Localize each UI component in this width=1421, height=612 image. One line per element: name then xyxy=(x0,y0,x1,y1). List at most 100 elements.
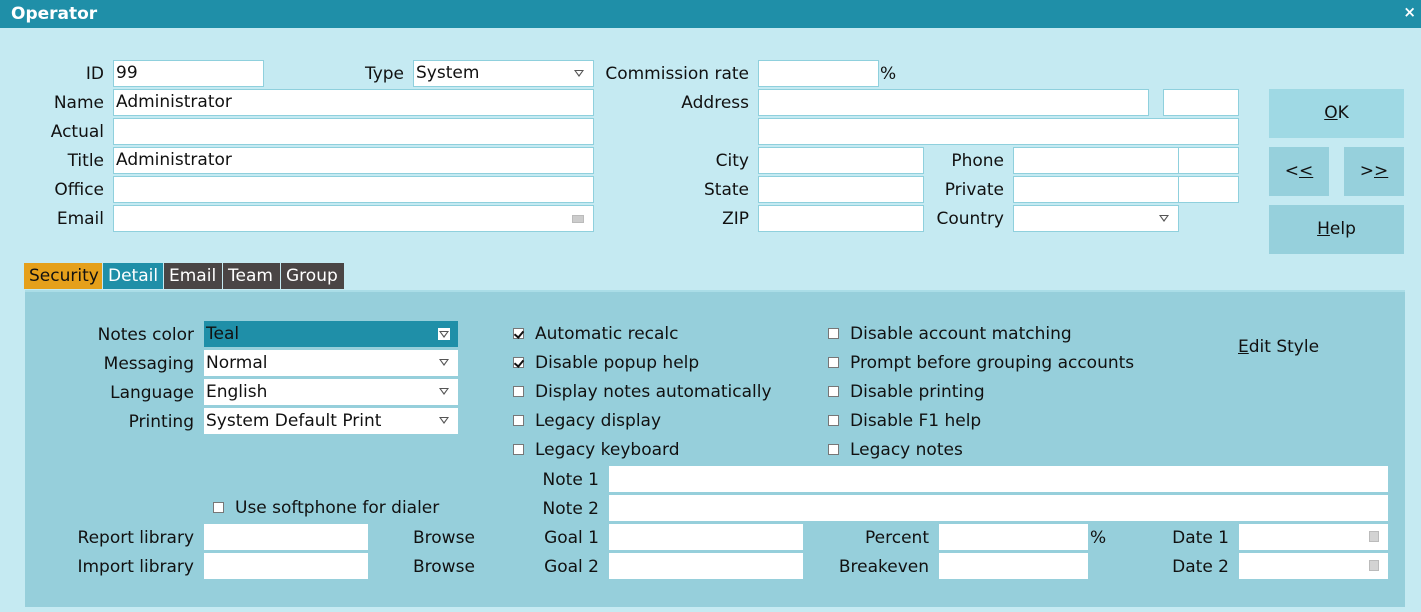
name-label: Name xyxy=(53,93,104,113)
note1-input[interactable] xyxy=(609,466,1388,492)
office-input[interactable] xyxy=(113,176,594,203)
date1-label: Date 1 xyxy=(1172,528,1229,548)
title-bar: Operator × xyxy=(0,0,1421,28)
checkbox-label: Legacy keyboard xyxy=(535,440,680,460)
private-input[interactable] xyxy=(1013,176,1179,203)
email-label: Email xyxy=(56,209,104,229)
checkbox[interactable] xyxy=(828,415,839,426)
report-library-label: Report library xyxy=(77,528,194,548)
address-line2-input[interactable] xyxy=(758,118,1239,145)
type-label: Type xyxy=(364,64,404,84)
checkbox[interactable] xyxy=(828,357,839,368)
checkbox[interactable] xyxy=(513,328,524,339)
previous-button[interactable]: << xyxy=(1269,147,1329,196)
checkbox[interactable] xyxy=(513,415,524,426)
address-line1-input[interactable] xyxy=(758,89,1149,116)
goal1-label: Goal 1 xyxy=(544,528,599,548)
help-button[interactable]: Help xyxy=(1269,205,1404,254)
import-library-input[interactable] xyxy=(204,553,368,579)
tab-team[interactable]: Team xyxy=(223,263,280,289)
checkbox-label: Legacy notes xyxy=(850,440,963,460)
actual-input[interactable] xyxy=(113,118,594,145)
chevron-down-icon xyxy=(1159,215,1169,222)
phone-ext-input[interactable] xyxy=(1178,147,1239,174)
address-extra-input[interactable] xyxy=(1163,89,1239,116)
date1-input[interactable] xyxy=(1239,524,1388,550)
checkbox[interactable] xyxy=(828,386,839,397)
checkbox-label: Prompt before grouping accounts xyxy=(850,353,1135,373)
mail-icon[interactable] xyxy=(572,215,584,223)
checkbox[interactable] xyxy=(828,444,839,455)
country-label: Country xyxy=(936,209,1004,229)
report-library-input[interactable] xyxy=(204,524,368,550)
import-library-label: Import library xyxy=(77,557,194,577)
office-label: Office xyxy=(54,180,104,200)
checkbox[interactable] xyxy=(828,328,839,339)
tab-detail[interactable]: Detail xyxy=(103,263,163,289)
phone-label: Phone xyxy=(951,151,1004,171)
next-label: > xyxy=(1359,161,1374,181)
id-input[interactable]: 99 xyxy=(113,60,264,87)
tab-security[interactable]: Security xyxy=(24,263,102,289)
percent-unit: % xyxy=(1090,528,1107,548)
calendar-icon[interactable] xyxy=(1369,560,1379,571)
language-select[interactable]: English xyxy=(204,379,458,405)
checkbox-label: Disable F1 help xyxy=(850,411,982,431)
messaging-select[interactable]: Normal xyxy=(204,350,458,376)
chevron-down-icon xyxy=(439,331,449,338)
help-label: elp xyxy=(1329,219,1356,239)
email-input[interactable] xyxy=(113,205,594,232)
close-icon[interactable]: × xyxy=(1403,3,1416,21)
zip-input[interactable] xyxy=(758,205,924,232)
report-library-browse-button[interactable]: Browse xyxy=(413,525,475,551)
prev-accel: < xyxy=(1299,161,1314,181)
checkbox[interactable] xyxy=(513,444,524,455)
tab-group[interactable]: Group xyxy=(281,263,344,289)
edit-style-button[interactable]: Edit Style xyxy=(1238,334,1319,360)
country-select[interactable] xyxy=(1013,205,1179,232)
state-input[interactable] xyxy=(758,176,924,203)
checkbox[interactable] xyxy=(513,386,524,397)
name-input[interactable]: Administrator xyxy=(113,89,594,116)
zip-label: ZIP xyxy=(722,209,749,229)
calendar-icon[interactable] xyxy=(1369,531,1379,542)
private-ext-input[interactable] xyxy=(1178,176,1239,203)
date2-input[interactable] xyxy=(1239,553,1388,579)
actual-label: Actual xyxy=(50,122,104,142)
chevron-down-icon xyxy=(439,388,449,395)
goal2-input[interactable] xyxy=(609,553,803,579)
dropdown-button xyxy=(438,328,450,340)
breakeven-label: Breakeven xyxy=(838,557,929,577)
checkbox-label: Display notes automatically xyxy=(535,382,772,402)
tab-email[interactable]: Email xyxy=(164,263,222,289)
printing-select[interactable]: System Default Print xyxy=(204,408,458,434)
note2-input[interactable] xyxy=(609,495,1388,521)
notes-color-value: Teal xyxy=(206,324,240,344)
checkbox[interactable] xyxy=(513,357,524,368)
import-library-browse-button[interactable]: Browse xyxy=(413,554,475,580)
messaging-label: Messaging xyxy=(103,354,194,374)
ok-button[interactable]: OK xyxy=(1269,89,1404,138)
edit-style-accel: E xyxy=(1238,337,1249,357)
type-select[interactable]: System xyxy=(413,60,594,87)
language-label: Language xyxy=(110,383,194,403)
checkbox-label: Legacy display xyxy=(535,411,662,431)
percent-input[interactable] xyxy=(939,524,1088,550)
notes-color-label: Notes color xyxy=(97,325,194,345)
chevron-down-icon xyxy=(439,417,449,424)
breakeven-input[interactable] xyxy=(939,553,1088,579)
notes-color-select[interactable]: Teal xyxy=(204,321,458,347)
next-button[interactable]: >> xyxy=(1344,147,1404,196)
checkbox-label: Disable account matching xyxy=(850,324,1072,344)
goal1-input[interactable] xyxy=(609,524,803,550)
commission-rate-unit: % xyxy=(880,64,897,84)
title-input[interactable]: Administrator xyxy=(113,147,594,174)
percent-label: Percent xyxy=(865,528,929,548)
chevron-down-icon xyxy=(574,70,584,77)
city-input[interactable] xyxy=(758,147,924,174)
state-label: State xyxy=(704,180,749,200)
phone-input[interactable] xyxy=(1013,147,1179,174)
softphone-checkbox[interactable] xyxy=(213,502,224,513)
printing-label: Printing xyxy=(128,412,194,432)
commission-rate-input[interactable] xyxy=(758,60,879,87)
